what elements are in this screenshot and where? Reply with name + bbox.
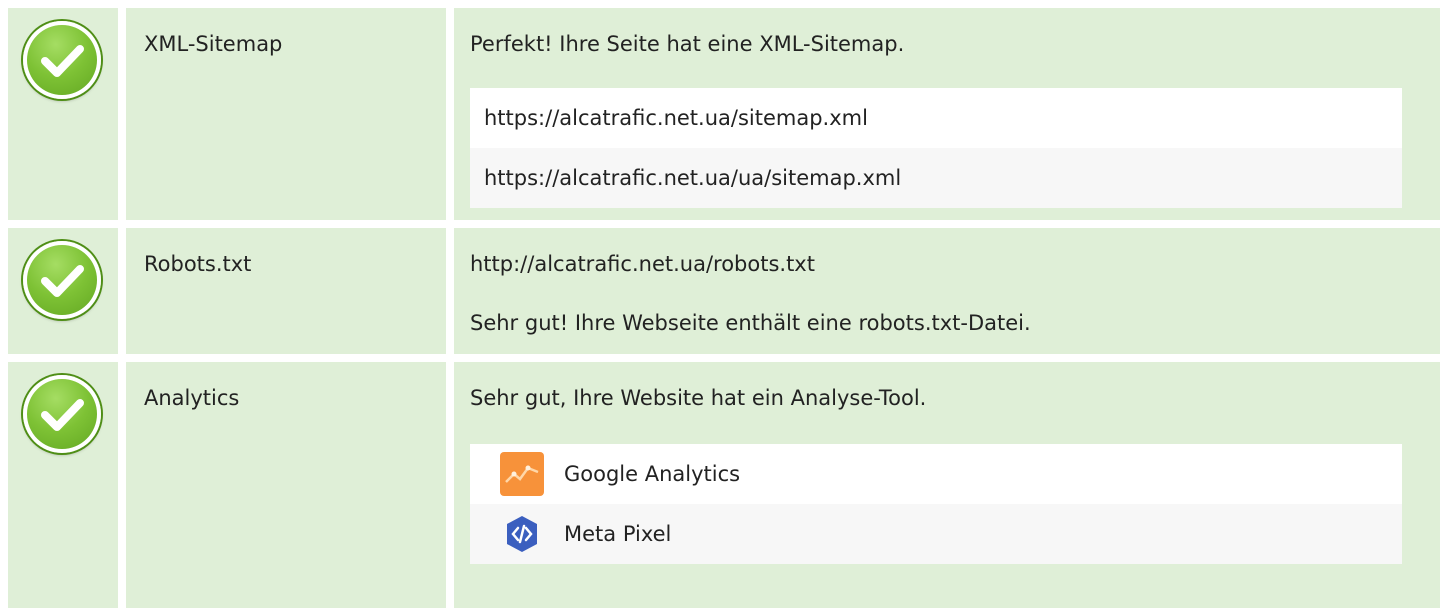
sitemap-message: Perfekt! Ihre Seite hat eine XML-Sitemap…: [470, 32, 905, 56]
analytics-tool-name: Google Analytics: [564, 462, 741, 486]
analytics-label: Analytics: [144, 386, 240, 410]
analytics-status-cell: [8, 362, 118, 608]
robots-label-cell: Robots.txt: [126, 228, 446, 354]
analytics-result-cell: Sehr gut, Ihre Website hat ein Analyse-T…: [454, 362, 1440, 608]
analytics-label-cell: Analytics: [126, 362, 446, 608]
analytics-tool-item: Google Analytics: [470, 444, 1402, 504]
robots-status-cell: [8, 228, 118, 354]
sitemap-url-list: https://alcatrafic.net.ua/sitemap.xml ht…: [470, 88, 1402, 208]
sitemap-url-item[interactable]: https://alcatrafic.net.ua/ua/sitemap.xml: [470, 148, 1402, 208]
analytics-tool-item: Meta Pixel: [470, 504, 1402, 564]
sitemap-status-cell: [8, 8, 118, 220]
sitemap-result-cell: Perfekt! Ihre Seite hat eine XML-Sitemap…: [454, 8, 1440, 220]
sitemap-row: XML-Sitemap Perfekt! Ihre Seite hat eine…: [8, 8, 1440, 220]
robots-message: Sehr gut! Ihre Webseite enthält eine rob…: [470, 311, 1031, 335]
sitemap-label: XML-Sitemap: [144, 32, 283, 56]
google-analytics-icon: [500, 452, 544, 496]
meta-pixel-icon: [502, 514, 542, 554]
analytics-tool-name: Meta Pixel: [564, 522, 672, 546]
sitemap-url-item[interactable]: https://alcatrafic.net.ua/sitemap.xml: [470, 88, 1402, 148]
robots-result-cell: http://alcatrafic.net.ua/robots.txt Sehr…: [454, 228, 1440, 354]
analytics-row: Analytics Sehr gut, Ihre Website hat ein…: [8, 362, 1440, 608]
robots-label: Robots.txt: [144, 252, 252, 276]
robots-row: Robots.txt http://alcatrafic.net.ua/robo…: [8, 228, 1440, 354]
sitemap-label-cell: XML-Sitemap: [126, 8, 446, 220]
check-icon: [23, 375, 101, 453]
check-icon: [23, 21, 101, 99]
robots-url[interactable]: http://alcatrafic.net.ua/robots.txt: [470, 249, 815, 279]
analytics-message: Sehr gut, Ihre Website hat ein Analyse-T…: [470, 386, 927, 410]
check-icon: [23, 241, 101, 319]
analytics-tool-list: Google Analytics Meta Pixel: [470, 444, 1402, 564]
